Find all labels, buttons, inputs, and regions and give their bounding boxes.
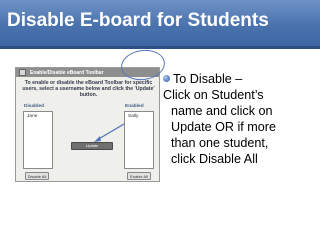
update-button[interactable]: Update — [71, 142, 113, 150]
list-item[interactable]: Jane — [27, 114, 37, 119]
body-line: Update OR if more — [171, 120, 276, 134]
disabled-list[interactable]: Jane — [23, 111, 53, 169]
slide: Disable E-board for Students Enable/Disa… — [0, 0, 320, 240]
body-line: name and click on — [171, 104, 273, 118]
disabled-label: Disabled — [24, 104, 44, 109]
bullet-item: To Disable – — [163, 71, 313, 87]
body-line: Click on Student’s — [163, 88, 264, 102]
screenshot-instructions: To enable or disable the eBoard Toolbar … — [22, 80, 155, 99]
bullet-text: To Disable – — [173, 72, 243, 86]
body-text: Click on Student’s name and click on Upd… — [163, 87, 313, 167]
enabled-list[interactable]: Sally — [124, 111, 154, 169]
toolbar-screenshot: Enable/Disable eBoard Toolbar To enable … — [15, 67, 160, 182]
list-item[interactable]: Sally — [128, 114, 138, 119]
title-accent-line — [0, 46, 320, 49]
slide-title: Disable E-board for Students — [7, 10, 269, 31]
bullet-icon — [163, 75, 170, 82]
disable-all-button[interactable]: Disable All — [25, 172, 49, 180]
window-icon — [19, 69, 26, 76]
enable-all-button[interactable]: Enable All — [127, 172, 151, 180]
screenshot-window-title: Enable/Disable eBoard Toolbar — [30, 69, 104, 76]
bullet-list: To Disable – Click on Student’s name and… — [163, 71, 313, 167]
body-line: than one student, — [171, 136, 269, 150]
body-line: click Disable All — [171, 152, 258, 166]
enabled-label: Enabled — [125, 104, 144, 109]
